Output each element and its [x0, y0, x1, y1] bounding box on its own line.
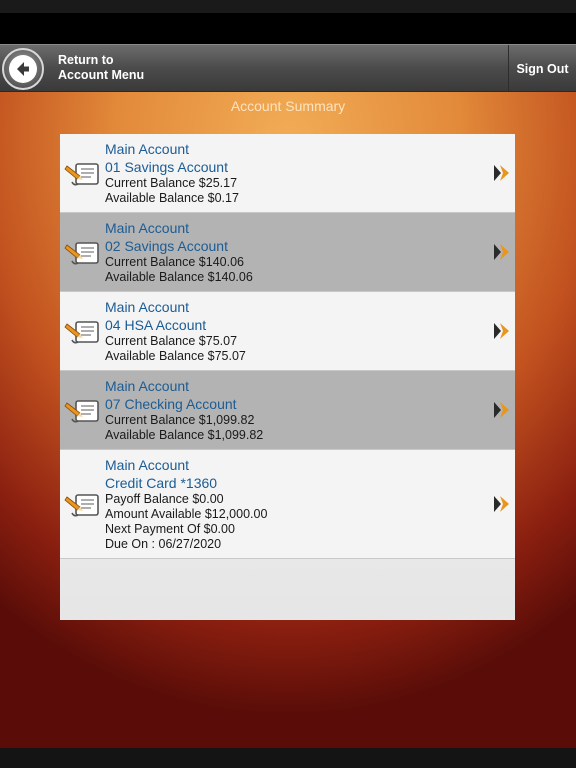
pencil-document-icon — [64, 158, 102, 188]
back-arrow-icon — [9, 55, 37, 83]
header-bar: Return to Account Menu Sign Out — [0, 44, 576, 92]
account-group-label: Main Account — [105, 220, 190, 236]
account-name: Credit Card *1360 — [105, 475, 218, 491]
account-list: Main Account 01 Savings Account Current … — [60, 134, 515, 620]
status-bar — [0, 0, 576, 44]
amount-available: Amount Available $12,000.00 — [105, 507, 268, 521]
payoff-balance: Payoff Balance $0.00 — [105, 492, 224, 506]
current-balance: Current Balance $75.07 — [105, 334, 238, 348]
account-row-02-savings[interactable]: Main Account 02 Savings Account Current … — [60, 213, 515, 292]
return-to-account-menu-link[interactable]: Return to Account Menu — [58, 53, 144, 83]
chevron-right-icon — [493, 494, 511, 514]
account-name: 07 Checking Account — [105, 396, 237, 412]
account-group-label: Main Account — [105, 299, 190, 315]
bottom-bar — [0, 748, 576, 768]
pencil-document-icon — [64, 316, 102, 346]
due-date: Due On : 06/27/2020 — [105, 537, 222, 551]
chevron-right-icon — [493, 163, 511, 183]
return-label-line2: Account Menu — [58, 68, 145, 82]
back-button[interactable] — [2, 48, 44, 90]
available-balance: Available Balance $0.17 — [105, 191, 239, 205]
next-payment: Next Payment Of $0.00 — [105, 522, 235, 536]
sign-out-button[interactable]: Sign Out — [508, 45, 576, 92]
chevron-right-icon — [493, 400, 511, 420]
current-balance: Current Balance $140.06 — [105, 255, 244, 269]
chevron-right-icon — [493, 321, 511, 341]
account-group-label: Main Account — [105, 457, 190, 473]
pencil-document-icon — [64, 237, 102, 267]
current-balance: Current Balance $1,099.82 — [105, 413, 255, 427]
current-balance: Current Balance $25.17 — [105, 176, 238, 190]
account-row-credit-card[interactable]: Main Account Credit Card *1360 Payoff Ba… — [60, 450, 515, 559]
account-row-01-savings[interactable]: Main Account 01 Savings Account Current … — [60, 134, 515, 213]
chevron-right-icon — [493, 242, 511, 262]
page-title: Account Summary — [230, 98, 346, 114]
account-name: 02 Savings Account — [105, 238, 228, 254]
account-group-label: Main Account — [105, 141, 190, 157]
account-name: 01 Savings Account — [105, 159, 228, 175]
pencil-document-icon — [64, 489, 102, 519]
account-group-label: Main Account — [105, 378, 190, 394]
account-row-04-hsa[interactable]: Main Account 04 HSA Account Current Bala… — [60, 292, 515, 371]
available-balance: Available Balance $1,099.82 — [105, 428, 264, 442]
pencil-document-icon — [64, 395, 102, 425]
account-row-07-checking[interactable]: Main Account 07 Checking Account Current… — [60, 371, 515, 450]
available-balance: Available Balance $75.07 — [105, 349, 246, 363]
available-balance: Available Balance $140.06 — [105, 270, 253, 284]
account-name: 04 HSA Account — [105, 317, 207, 333]
return-label-line1: Return to — [58, 53, 114, 67]
